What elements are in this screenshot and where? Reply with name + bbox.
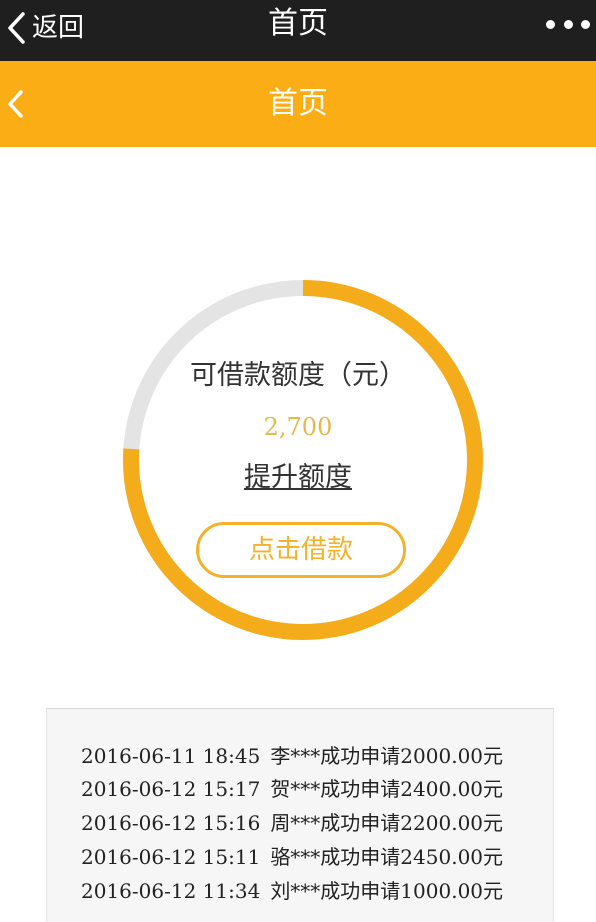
more-dot [581,19,590,29]
record-time: 2016-06-11 18:45 [81,744,261,768]
credit-limit-value: 2,700 [263,413,333,441]
record-message: 骆***成功申请2450.00元 [270,845,504,869]
page-title: 首页 [268,86,328,121]
record-message: 贺***成功申请2400.00元 [270,777,504,801]
record-item: 2016-06-12 11:34 刘***成功申请1000.00元 [81,874,503,908]
more-dots-icon[interactable] [546,10,590,38]
record-time: 2016-06-12 15:11 [81,845,261,869]
record-time: 2016-06-12 11:34 [81,879,261,903]
record-item: 2016-06-12 15:11 骆***成功申请2450.00元 [81,840,503,874]
window-title: 首页 [268,6,328,41]
more-dot [546,19,555,29]
credit-limit-label: 可借款额度（元） [190,360,406,391]
borrow-button[interactable]: 点击借款 [196,522,406,578]
record-item: 2016-06-12 15:16 周***成功申请2200.00元 [81,806,503,840]
application-records: 2016-06-11 18:45 李***成功申请2000.00元 2016-06… [46,708,554,922]
record-message: 周***成功申请2200.00元 [270,811,504,835]
nav-bar: 首页 [0,61,596,147]
record-time: 2016-06-12 15:17 [81,777,261,801]
raise-limit-link[interactable]: 提升额度 [0,458,596,498]
record-time: 2016-06-12 15:16 [81,811,261,835]
record-item: 2016-06-12 15:17 贺***成功申请2400.00元 [81,772,503,806]
more-dot [563,19,573,29]
record-message: 李***成功申请2000.00元 [270,744,504,768]
record-item: 2016-06-11 18:45 李***成功申请2000.00元 [81,739,503,773]
top-bar: 返回 首页 [0,0,596,61]
record-message: 刘***成功申请1000.00元 [270,879,504,903]
